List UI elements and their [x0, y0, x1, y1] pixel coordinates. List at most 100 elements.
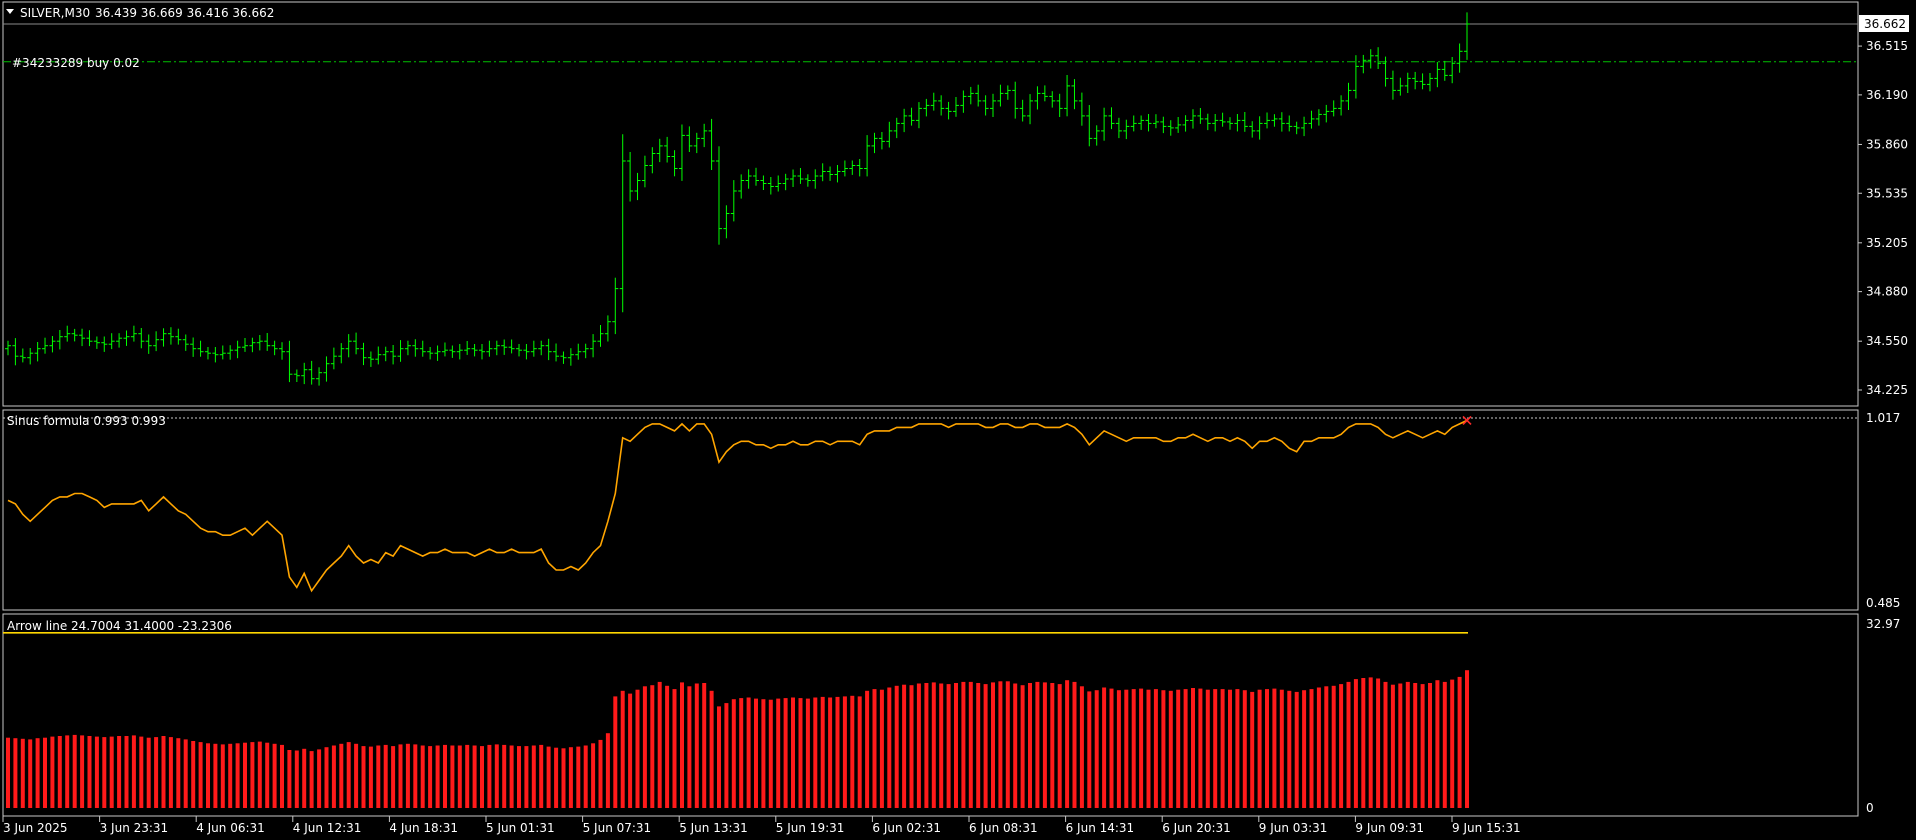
histogram-bar: [243, 742, 247, 808]
histogram-bar: [317, 749, 322, 808]
histogram-bar: [746, 697, 751, 808]
histogram-bar: [835, 696, 840, 808]
histogram-bar: [717, 706, 721, 808]
time-tick-label: 4 Jun 06:31: [196, 821, 265, 835]
histogram-bar: [309, 751, 314, 808]
time-tick-label: 6 Jun 14:31: [1066, 821, 1135, 835]
histogram-bar: [405, 743, 410, 808]
histogram-bar: [583, 745, 588, 808]
symbol-label: SILVER,M30: [20, 6, 90, 20]
histogram-bar: [420, 745, 425, 808]
time-tick-label: 4 Jun 12:31: [293, 821, 362, 835]
histogram-bar: [109, 736, 114, 808]
histogram-bar: [250, 742, 255, 808]
histogram-bar: [191, 741, 196, 808]
histogram-bar: [1465, 670, 1469, 808]
histogram-bar: [280, 744, 284, 808]
histogram-bar: [1168, 690, 1173, 808]
histogram-bar: [680, 682, 684, 808]
histogram-bar: [1102, 687, 1107, 808]
histogram-bar: [1250, 691, 1255, 808]
histogram-bar: [1324, 686, 1329, 808]
histogram-bar: [776, 698, 781, 808]
histogram-bar: [517, 746, 521, 808]
histogram-bar: [813, 697, 818, 808]
price-tick-label: 34.880: [1866, 285, 1908, 299]
histogram-bar: [294, 750, 299, 808]
histogram-bar: [539, 744, 544, 808]
histogram-bar: [1376, 678, 1381, 808]
ohlc-label: 36.439 36.669 36.416 36.662: [95, 6, 274, 20]
histogram-bar: [443, 744, 447, 808]
histogram-bar: [1316, 687, 1321, 808]
histogram-bar: [939, 683, 944, 808]
histogram-bar: [902, 684, 907, 808]
histogram-bar: [1339, 684, 1344, 808]
price-tick-label: 35.860: [1866, 137, 1908, 151]
histogram-bar: [146, 737, 151, 808]
histogram-bar: [43, 737, 47, 808]
histogram-bar: [161, 736, 166, 808]
histogram-bar: [1072, 681, 1077, 808]
histogram-bar: [465, 744, 470, 808]
histogram-tick-label: 0: [1866, 801, 1874, 815]
histogram-bar: [339, 743, 344, 808]
histogram-bar: [1435, 680, 1440, 808]
time-tick-label: 5 Jun 19:31: [776, 821, 845, 835]
price-tick-label: 34.550: [1866, 334, 1908, 348]
histogram-bar: [791, 697, 795, 808]
histogram-bar: [472, 745, 477, 808]
histogram-bar: [1279, 689, 1284, 808]
histogram-bar: [1198, 688, 1203, 808]
histogram-bar: [576, 746, 581, 808]
histogram-bar: [80, 735, 85, 808]
histogram-bar: [368, 746, 373, 808]
histogram-bar: [857, 696, 862, 808]
histogram-bar: [428, 746, 433, 808]
histogram-bar: [709, 690, 714, 808]
histogram-bar: [1294, 691, 1299, 808]
histogram-bar: [1153, 689, 1158, 808]
order-label[interactable]: #34233289 buy 0.02: [12, 56, 140, 70]
time-tick-label: 3 Jun 2025: [3, 821, 68, 835]
histogram-bar: [1176, 689, 1181, 808]
price-tick-label: 35.535: [1866, 186, 1908, 200]
histogram-bar: [1057, 684, 1062, 808]
histogram-bar: [1450, 679, 1455, 808]
histogram-bar: [731, 699, 736, 808]
histogram-bar: [502, 744, 507, 808]
time-tick-label: 6 Jun 02:31: [872, 821, 941, 835]
trading-chart[interactable]: SILVER,M30 36.439 36.669 36.416 36.662 #…: [0, 0, 1916, 840]
histogram-bar: [1065, 680, 1070, 808]
time-tick-label: 5 Jun 13:31: [679, 821, 748, 835]
histogram-bar: [413, 744, 418, 808]
histogram-bar: [1079, 686, 1084, 808]
histogram-bar: [909, 685, 914, 808]
histogram-bar: [983, 684, 988, 808]
histogram-bar: [635, 689, 640, 808]
histogram-bar: [872, 689, 877, 808]
histogram-bar: [561, 748, 566, 808]
histogram-bar: [35, 738, 40, 808]
histogram-bar: [1050, 683, 1055, 808]
histogram-bar: [154, 737, 159, 808]
histogram-bar: [998, 681, 1003, 808]
histogram-bar: [235, 743, 240, 808]
histogram-bar: [554, 747, 559, 808]
sinus-tick-label: 1.017: [1866, 411, 1900, 425]
time-tick-label: 9 Jun 09:31: [1355, 821, 1424, 835]
histogram-bar: [480, 746, 484, 808]
histogram-bar: [6, 737, 10, 808]
histogram-bar: [598, 739, 603, 808]
histogram-bar: [1309, 689, 1314, 808]
histogram-bar: [1368, 677, 1373, 808]
histogram-bar: [50, 736, 55, 808]
histogram-bar: [650, 685, 655, 808]
histogram-bar: [1302, 690, 1307, 808]
histogram-bar: [894, 685, 899, 808]
histogram-bar: [65, 735, 70, 808]
histogram-bar: [879, 689, 884, 808]
histogram-bar: [376, 745, 381, 808]
histogram-bar: [13, 738, 18, 808]
time-tick-label: 9 Jun 03:31: [1259, 821, 1328, 835]
